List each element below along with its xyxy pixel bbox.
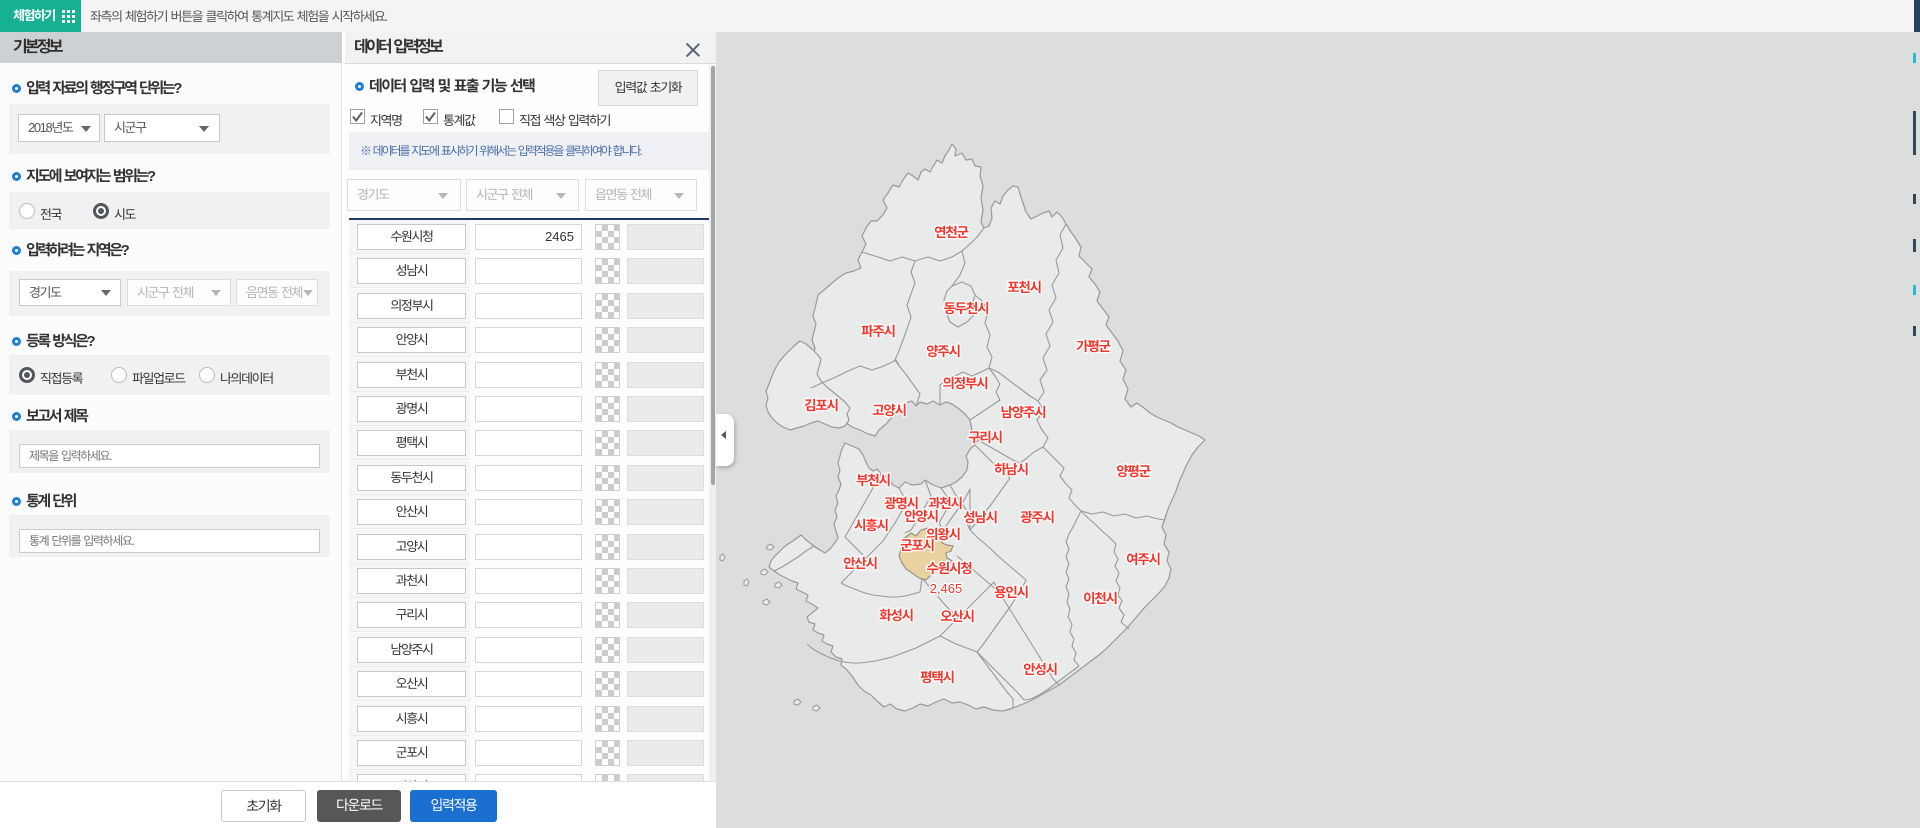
svg-text:남양주시: 남양주시: [1001, 405, 1046, 420]
svg-text:여주시: 여주시: [1126, 552, 1160, 567]
svg-text:양주시: 양주시: [926, 344, 960, 359]
svg-text:성남시: 성남시: [963, 510, 997, 525]
svg-text:용인시: 용인시: [994, 585, 1028, 600]
svg-text:구리시: 구리시: [968, 430, 1002, 445]
svg-text:동두천시: 동두천시: [944, 301, 989, 316]
svg-text:김포시: 김포시: [804, 398, 838, 413]
svg-text:안산시: 안산시: [843, 556, 877, 571]
svg-text:파주시: 파주시: [861, 324, 895, 339]
svg-text:안양시: 안양시: [904, 509, 938, 524]
svg-text:군포시: 군포시: [900, 538, 934, 553]
svg-text:2,465: 2,465: [930, 581, 963, 596]
svg-text:연천군: 연천군: [934, 225, 968, 240]
svg-text:부천시: 부천시: [856, 473, 890, 488]
svg-text:화성시: 화성시: [879, 608, 913, 623]
svg-text:평택시: 평택시: [920, 670, 954, 685]
svg-text:하남시: 하남시: [994, 462, 1028, 477]
svg-text:고양시: 고양시: [872, 403, 906, 418]
svg-text:의정부시: 의정부시: [943, 376, 988, 391]
svg-text:안성시: 안성시: [1023, 662, 1057, 677]
svg-text:오산시: 오산시: [940, 609, 974, 624]
svg-text:광주시: 광주시: [1020, 510, 1054, 525]
svg-text:수원시청: 수원시청: [927, 561, 973, 576]
svg-text:가평군: 가평군: [1076, 339, 1110, 354]
svg-text:이천시: 이천시: [1083, 591, 1117, 606]
svg-text:시흥시: 시흥시: [854, 518, 888, 533]
svg-text:포천시: 포천시: [1007, 280, 1041, 295]
svg-text:양평군: 양평군: [1116, 464, 1150, 479]
